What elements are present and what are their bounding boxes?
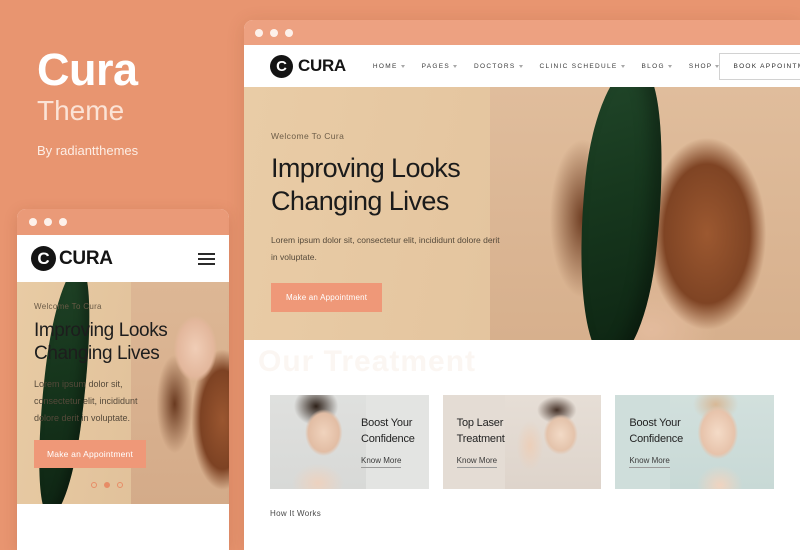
desktop-site-header: C CURA Home Pages Doctors Clinic Schedul… [244, 45, 800, 87]
mobile-body-line-2: consectetur elit, incididunt [34, 395, 138, 406]
service-card-content: Top Laser Treatment Know More [443, 416, 519, 469]
mobile-slider-pagination[interactable] [91, 482, 123, 488]
chevron-down-icon [400, 64, 405, 68]
service-card-title: Top Laser Treatment [457, 416, 505, 447]
nav-label-doctors: Doctors [474, 62, 516, 70]
hero-body-line-2: in voluptate. [271, 251, 317, 262]
desktop-titlebar [244, 20, 800, 45]
mobile-hero-headline: Improving Looks Changing Lives [34, 319, 169, 365]
window-dot-maximize[interactable] [285, 28, 293, 37]
brand-title: Cura [37, 44, 138, 95]
card-title-line-2: Treatment [456, 432, 505, 445]
window-dot-maximize[interactable] [59, 218, 67, 226]
nav-label-shop: Shop [688, 62, 713, 70]
hero-body: Lorem ipsum dolor sit, consectetur elit,… [271, 232, 533, 265]
slider-dot-2[interactable] [104, 482, 110, 488]
desktop-hero-content: Welcome To Cura Improving Looks Changing… [271, 131, 533, 313]
nav-item-clinic-schedule[interactable]: Clinic Schedule [540, 63, 625, 70]
brand-block: Cura Theme By radiantthemes [37, 44, 237, 159]
mobile-headline-line-2: Changing Lives [34, 343, 160, 365]
service-card-title: Boost Your Confidence [361, 416, 415, 447]
section-watermark-text: Our Treatment [258, 345, 477, 378]
desktop-preview-window: C CURA Home Pages Doctors Clinic Schedul… [244, 20, 800, 550]
service-card-image [505, 395, 602, 489]
window-dot-minimize[interactable] [270, 28, 278, 37]
service-card-content: Boost Your Confidence Know More [347, 416, 429, 469]
window-dot-close[interactable] [255, 28, 263, 37]
cura-logo-icon: C [270, 54, 293, 78]
service-card-content: Boost Your Confidence Know More [615, 416, 697, 469]
chevron-down-icon [620, 64, 625, 68]
mobile-logo[interactable]: C CURA [31, 246, 113, 271]
hero-body-line-1: Lorem ipsum dolor sit, consectetur elit,… [271, 235, 500, 246]
mobile-titlebar [17, 209, 229, 235]
cura-logo-icon: C [31, 246, 56, 271]
nav-item-pages[interactable]: Pages [421, 62, 458, 70]
hero-headline: Improving Looks Changing Lives [271, 152, 533, 217]
hero-eyebrow: Welcome To Cura [271, 131, 345, 141]
service-cards-row: Boost Your Confidence Know More Top Lase… [244, 395, 800, 489]
mobile-body-line-1: Lorem ipsum dolor sit, [34, 379, 123, 390]
desktop-logo-text: CURA [298, 56, 346, 75]
nav-label-pages: Pages [421, 62, 451, 70]
headline-line-2: Changing Lives [271, 185, 449, 216]
mobile-make-appointment-button[interactable]: Make an Appointment [34, 440, 147, 469]
nav-label-blog: Blog [641, 62, 665, 70]
mobile-body-line-3: dolore derit in voluptate. [34, 412, 131, 423]
card-title-line-1: Top Laser [456, 416, 504, 429]
know-more-link[interactable]: Know More [456, 456, 498, 469]
mobile-hero-body: Lorem ipsum dolor sit, consectetur elit,… [34, 376, 169, 426]
nav-item-home[interactable]: Home [373, 63, 405, 70]
nav-item-shop[interactable]: Shop [689, 63, 720, 70]
chevron-down-icon [667, 64, 672, 68]
watermark-band: Our Treatment [244, 340, 800, 395]
card-title-line-2: Confidence [629, 432, 683, 445]
card-title-line-1: Boost Your [629, 416, 681, 429]
window-dot-minimize[interactable] [44, 218, 52, 226]
desktop-logo[interactable]: C CURA [270, 54, 346, 78]
nav-label-home: Home [372, 62, 398, 70]
desktop-hero-section: Welcome To Cura Improving Looks Changing… [244, 87, 800, 340]
service-card[interactable]: Top Laser Treatment Know More [442, 395, 602, 489]
service-card[interactable]: Boost Your Confidence Know More [270, 395, 429, 489]
brand-author: By radiantthemes [37, 143, 139, 159]
card-title-line-1: Boost Your [361, 416, 413, 429]
how-it-works-section: How It Works [244, 489, 800, 518]
hamburger-icon[interactable] [198, 252, 215, 265]
headline-line-1: Improving Looks [271, 153, 461, 183]
left-brand-panel: Cura Theme By radiantthemes C CURA Welco… [0, 0, 244, 550]
know-more-link[interactable]: Know More [361, 456, 402, 469]
service-card[interactable]: Boost Your Confidence Know More [615, 395, 775, 489]
book-appointment-button[interactable]: Book Appointment [719, 52, 800, 80]
mobile-logo-text: CURA [59, 247, 113, 269]
primary-navigation: Home Pages Doctors Clinic Schedule Blog … [373, 63, 720, 70]
mobile-headline-line-1: Improving Looks [34, 320, 168, 341]
know-more-link[interactable]: Know More [629, 456, 670, 469]
how-it-works-title: How It Works [270, 509, 322, 518]
slider-dot-1[interactable] [91, 482, 97, 488]
window-dot-close[interactable] [29, 218, 37, 226]
mobile-next-section [17, 504, 229, 550]
nav-item-doctors[interactable]: Doctors [474, 62, 523, 70]
nav-item-blog[interactable]: Blog [642, 63, 672, 70]
service-card-title: Boost Your Confidence [629, 416, 683, 447]
make-appointment-button[interactable]: Make an Appointment [271, 283, 383, 313]
mobile-hero-content: Welcome To Cura Improving Looks Changing… [34, 302, 169, 469]
mobile-site-header: C CURA [17, 235, 229, 282]
card-title-line-2: Confidence [361, 432, 415, 445]
chevron-down-icon [518, 64, 523, 68]
slider-dot-3[interactable] [117, 482, 123, 488]
mobile-preview-window: C CURA Welcome To Cura Improving Looks C… [17, 209, 229, 550]
brand-subtitle: Theme [37, 95, 125, 127]
mobile-hero-section: Welcome To Cura Improving Looks Changing… [17, 282, 229, 504]
mobile-hero-eyebrow: Welcome To Cura [34, 302, 102, 311]
nav-label-clinic-schedule: Clinic Schedule [539, 62, 618, 70]
chevron-down-icon [453, 64, 458, 68]
